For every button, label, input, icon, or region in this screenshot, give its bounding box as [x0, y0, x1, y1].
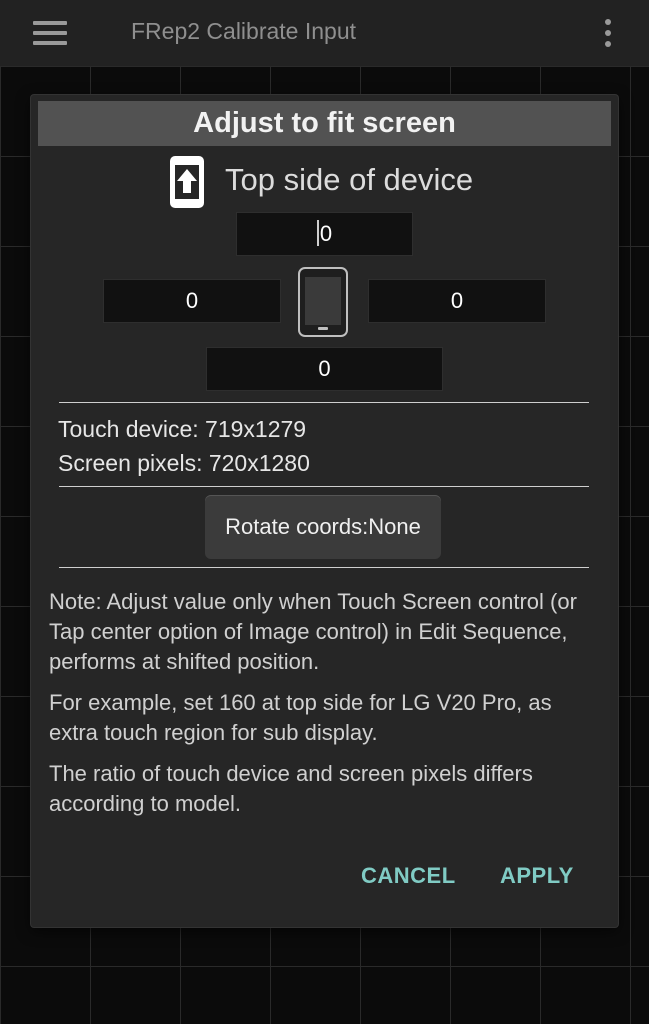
overflow-menu-icon[interactable] — [600, 17, 616, 49]
device-icon — [298, 267, 348, 337]
divider — [59, 567, 589, 568]
ratio-paragraph: The ratio of touch device and screen pix… — [49, 761, 533, 816]
right-offset-value: 0 — [450, 288, 464, 313]
top-offset-input[interactable]: 0 — [236, 212, 413, 256]
divider — [59, 486, 589, 487]
left-offset-input[interactable]: 0 — [103, 279, 281, 323]
divider — [59, 402, 589, 403]
screen-pixels-info: Screen pixels: 720x1280 — [58, 450, 310, 476]
rotate-coords-button[interactable]: Rotate coords:None — [205, 495, 441, 559]
bottom-offset-value: 0 — [318, 356, 331, 381]
app-bar: FRep2 Calibrate Input — [0, 0, 649, 66]
apply-button[interactable]: APPLY — [500, 863, 574, 889]
hamburger-menu-icon[interactable] — [33, 19, 69, 47]
dialog-title: Adjust to fit screen — [38, 101, 611, 146]
text-cursor — [316, 220, 319, 247]
adjust-dialog: Adjust to fit screen Top side of device … — [31, 95, 618, 927]
top-offset-value: 0 — [319, 221, 333, 246]
note-paragraph: Note: Adjust value only when Touch Scree… — [49, 589, 577, 674]
phone-up-arrow-icon — [170, 156, 204, 208]
top-side-label: Top side of device — [225, 162, 474, 197]
cancel-button[interactable]: CANCEL — [361, 863, 456, 889]
bottom-offset-input[interactable]: 0 — [206, 347, 443, 391]
example-paragraph: For example, set 160 at top side for LG … — [49, 690, 552, 745]
left-offset-value: 0 — [185, 288, 199, 313]
right-offset-input[interactable]: 0 — [368, 279, 546, 323]
app-title: FRep2 Calibrate Input — [131, 18, 357, 44]
touch-device-info: Touch device: 719x1279 — [58, 416, 307, 442]
